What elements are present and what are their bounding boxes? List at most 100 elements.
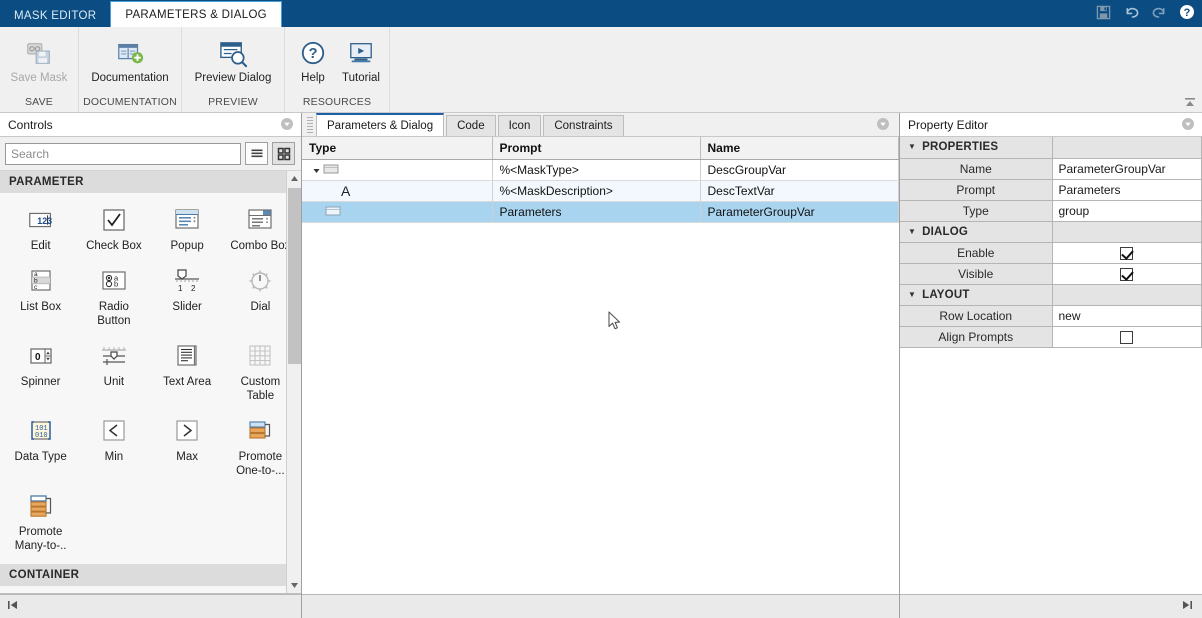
help-icon[interactable]: ? (1178, 3, 1196, 21)
palette-item-radio-button[interactable]: ab Radio Button (77, 260, 150, 335)
undo-icon[interactable] (1122, 3, 1140, 21)
collapse-left-icon[interactable] (6, 598, 20, 615)
chevron-down-icon: ▼ (908, 289, 917, 299)
help-button[interactable]: ? Help (289, 31, 337, 85)
cell-type[interactable]: A (302, 180, 493, 202)
palette-item-unit[interactable]: Unit (77, 335, 150, 410)
row-expander-icon[interactable] (309, 166, 323, 175)
property-value-type[interactable]: group (1052, 200, 1202, 222)
property-row[interactable]: Enable (900, 242, 1202, 264)
property-row[interactable]: Prompt Parameters (900, 179, 1202, 201)
palette-scroll-thumb[interactable] (288, 188, 301, 365)
tab-code[interactable]: Code (446, 115, 496, 136)
controls-panel-header: Controls (0, 113, 301, 137)
preview-dialog-button[interactable]: Preview Dialog (186, 31, 280, 85)
palette-item-edit[interactable]: 123 Edit (4, 199, 77, 260)
table-row[interactable]: %<MaskType> DescGroupVar (302, 159, 899, 181)
palette-item-max[interactable]: Max (151, 410, 224, 485)
column-header-prompt[interactable]: Prompt (492, 137, 701, 160)
panel-options-icon[interactable] (876, 117, 891, 132)
property-group-dialog[interactable]: ▼ DIALOG (900, 221, 1053, 243)
search-input[interactable] (5, 142, 241, 165)
cell-prompt[interactable]: %<MaskDescription> (492, 180, 701, 202)
property-value-name[interactable]: ParameterGroupVar (1052, 158, 1202, 180)
palette-scrollbar[interactable] (286, 171, 301, 593)
palette-item-data-type[interactable]: 101 010 Data Type (4, 410, 77, 485)
property-editor-title: Property Editor (908, 117, 989, 132)
property-group-row[interactable]: ▼ DIALOG (900, 221, 1202, 243)
property-row[interactable]: Type group (900, 200, 1202, 222)
property-group-dialog-label: DIALOG (922, 225, 969, 238)
property-row[interactable]: Row Location new (900, 305, 1202, 327)
documentation-button[interactable]: Documentation (83, 31, 177, 85)
palette-item-popup[interactable]: Popup (151, 199, 224, 260)
cell-name[interactable]: ParameterGroupVar (700, 201, 899, 223)
save-icon[interactable] (1094, 3, 1112, 21)
tab-mask-editor[interactable]: MASK EDITOR (0, 4, 110, 27)
property-value-enable[interactable] (1052, 242, 1202, 264)
scroll-down-icon[interactable] (287, 578, 301, 593)
save-mask-button[interactable]: Save Mask (4, 31, 74, 85)
palette-section-container[interactable]: CONTAINER (0, 564, 301, 586)
tab-constraints[interactable]: Constraints (543, 115, 624, 136)
collapse-right-icon[interactable] (1180, 598, 1194, 615)
property-group-row[interactable]: ▼ PROPERTIES (900, 137, 1202, 159)
palette-item-promote-many-to-one[interactable]: Promote Many-to-.. (4, 485, 77, 560)
enable-checkbox[interactable] (1120, 246, 1134, 260)
cell-prompt[interactable]: %<MaskType> (492, 159, 701, 181)
palette-item-list-box[interactable]: abc List Box (4, 260, 77, 335)
property-group-properties[interactable]: ▼ PROPERTIES (900, 137, 1053, 159)
chevron-down-icon: ▼ (908, 226, 917, 236)
palette-item-check-box[interactable]: Check Box (77, 199, 150, 260)
panel-drag-grip[interactable] (307, 117, 313, 133)
scroll-up-icon[interactable] (287, 171, 301, 186)
cell-type[interactable] (302, 159, 493, 181)
property-value-align-prompts[interactable] (1052, 326, 1202, 348)
panel-options-icon[interactable] (280, 117, 295, 132)
palette-item-text-area[interactable]: Text Area (151, 335, 224, 410)
palette-item-slider[interactable]: 12 Slider (151, 260, 224, 335)
tab-parameters-dialog[interactable]: Parameters & Dialog (316, 113, 445, 136)
panel-options-icon[interactable] (1181, 117, 1196, 132)
table-row[interactable]: A %<MaskDescription> DescTextVar (302, 180, 899, 202)
cell-name[interactable]: DescTextVar (700, 180, 899, 202)
property-row[interactable]: Align Prompts (900, 326, 1202, 348)
documentation-label: Documentation (91, 72, 169, 84)
palette-item-table[interactable]: 123 Table (151, 592, 224, 593)
tab-icon[interactable]: Icon (497, 115, 542, 136)
property-row[interactable]: Visible (900, 263, 1202, 285)
palette-item-spinner[interactable]: 0 Spinner (4, 335, 77, 410)
controls-panel: Controls Search PARAMETER 123 Edit Check… (0, 113, 302, 618)
property-value-row-location[interactable]: new (1052, 305, 1202, 327)
table-row[interactable]: Parameters ParameterGroupVar (302, 201, 899, 223)
cell-type[interactable] (302, 201, 493, 223)
tab-parameters-and-dialog[interactable]: PARAMETERS & DIALOG (110, 1, 282, 27)
property-value-prompt[interactable]: Parameters (1052, 179, 1202, 201)
cell-name[interactable]: DescGroupVar (700, 159, 899, 181)
palette-item-min[interactable]: Min (77, 410, 150, 485)
palette-item-group-box[interactable]: Group Box (4, 592, 77, 593)
property-value-visible[interactable] (1052, 263, 1202, 285)
column-header-type[interactable]: Type (302, 137, 493, 160)
palette-scroll-track[interactable] (287, 186, 301, 578)
controls-panel-footer (0, 594, 301, 618)
tutorial-button[interactable]: Tutorial (337, 31, 385, 85)
list-view-toggle[interactable] (245, 142, 268, 165)
column-header-name[interactable]: Name (700, 137, 899, 160)
ribbon-group-save-label: SAVE (24, 96, 54, 108)
ribbon-collapse-icon[interactable] (1182, 94, 1198, 110)
main-workspace: Controls Search PARAMETER 123 Edit Check… (0, 113, 1202, 618)
redo-icon[interactable] (1150, 3, 1168, 21)
cell-prompt[interactable]: Parameters (492, 201, 701, 223)
property-group-layout[interactable]: ▼ LAYOUT (900, 284, 1053, 306)
grid-view-toggle[interactable] (272, 142, 295, 165)
palette-item-tab[interactable]: Tab (77, 592, 150, 593)
property-row[interactable]: Name ParameterGroupVar (900, 158, 1202, 180)
title-tab-bar: MASK EDITOR PARAMETERS & DIALOG ? (0, 0, 1202, 27)
palette-section-parameter[interactable]: PARAMETER (0, 171, 301, 193)
align-prompts-checkbox[interactable] (1120, 330, 1134, 344)
visible-checkbox[interactable] (1120, 267, 1134, 281)
tab-parameters-and-dialog-label: PARAMETERS & DIALOG (125, 8, 267, 21)
help-label: Help (301, 72, 325, 84)
property-group-row[interactable]: ▼ LAYOUT (900, 284, 1202, 306)
